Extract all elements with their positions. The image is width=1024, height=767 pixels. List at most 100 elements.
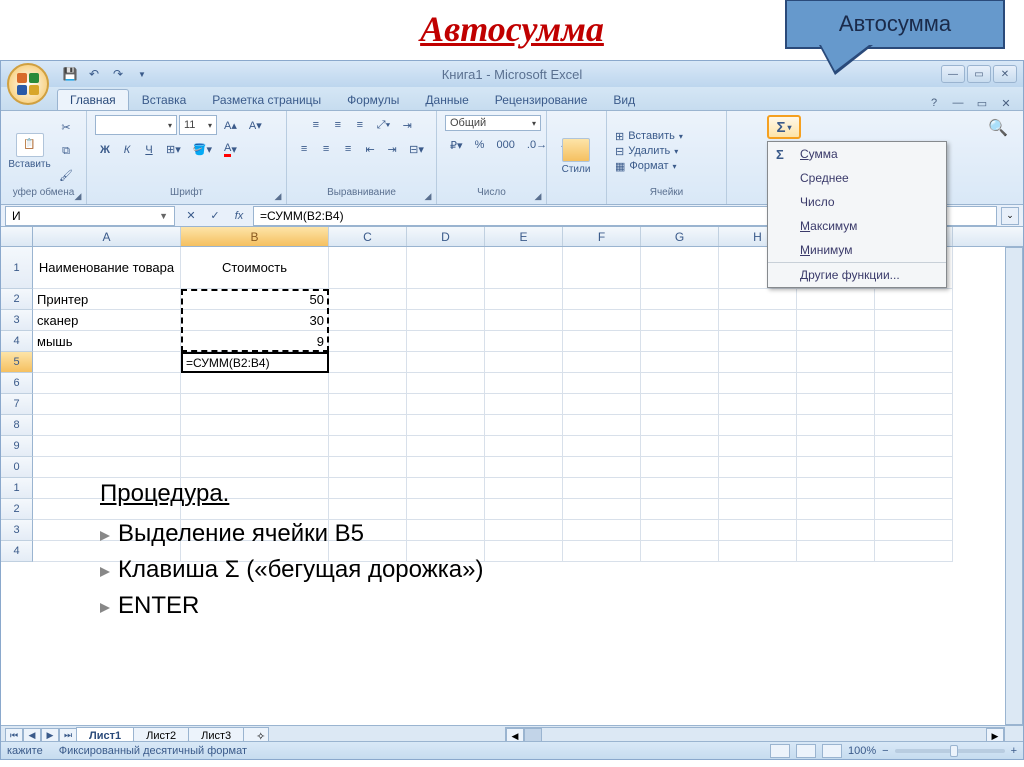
qat-dropdown-icon[interactable]: ▼ [133, 65, 151, 83]
zoom-in-button[interactable]: + [1011, 745, 1017, 757]
alignment-dialog-launcher[interactable]: ◢ [422, 190, 434, 202]
align-middle-icon[interactable]: ≡ [328, 115, 348, 135]
autosum-item-sum[interactable]: Сумма [768, 142, 946, 166]
border-icon[interactable]: ⊞▾ [161, 139, 186, 160]
col-header-F[interactable]: F [563, 227, 641, 246]
autosum-button[interactable]: Σ▾ [767, 115, 801, 139]
cell-A1[interactable]: Наименование товара [33, 247, 181, 289]
autosum-item-average[interactable]: Среднее [768, 166, 946, 190]
help-icon[interactable]: ? [925, 96, 943, 110]
wrap-text-icon[interactable]: ⇥ [397, 115, 417, 135]
col-header-A[interactable]: A [33, 227, 181, 246]
autosum-item-max[interactable]: Максимум [768, 214, 946, 238]
orientation-icon[interactable]: ⤢▾ [372, 115, 395, 135]
maximize-button[interactable]: ▭ [967, 65, 991, 83]
cell-B3[interactable]: 30 [181, 310, 329, 331]
undo-icon[interactable]: ↶ [85, 65, 103, 83]
redo-icon[interactable]: ↷ [109, 65, 127, 83]
italic-button[interactable]: К [117, 139, 137, 160]
cell-G1[interactable] [641, 247, 719, 289]
percent-icon[interactable]: % [470, 135, 490, 155]
row-header-3[interactable]: 3 [1, 310, 33, 331]
number-format-combo[interactable]: Общий▾ [445, 115, 541, 131]
row-header-12[interactable]: 2 [1, 499, 33, 520]
autosum-item-min[interactable]: Минимум [768, 238, 946, 262]
row-header-13[interactable]: 3 [1, 520, 33, 541]
font-size-combo[interactable]: 11▾ [179, 115, 217, 135]
align-center-icon[interactable]: ≡ [316, 139, 336, 159]
view-page-break-icon[interactable] [822, 744, 842, 758]
row-header-6[interactable]: 6 [1, 373, 33, 394]
cell-A2[interactable]: Принтер [33, 289, 181, 310]
increase-font-icon[interactable]: A▴ [219, 115, 242, 135]
row-header-9[interactable]: 9 [1, 436, 33, 457]
col-header-B[interactable]: B [181, 227, 329, 246]
font-dialog-launcher[interactable]: ◢ [272, 190, 284, 202]
comma-icon[interactable]: 000 [492, 135, 520, 155]
cell-A3[interactable]: сканер [33, 310, 181, 331]
row-header-11[interactable]: 1 [1, 478, 33, 499]
vertical-scrollbar[interactable] [1005, 247, 1023, 725]
fill-color-icon[interactable]: 🪣▾ [188, 139, 217, 160]
row-header-14[interactable]: 4 [1, 541, 33, 562]
cell-E1[interactable] [485, 247, 563, 289]
col-header-E[interactable]: E [485, 227, 563, 246]
doc-close-button[interactable]: ✕ [997, 96, 1015, 110]
col-header-D[interactable]: D [407, 227, 485, 246]
view-page-layout-icon[interactable] [796, 744, 816, 758]
zoom-out-button[interactable]: − [882, 745, 888, 757]
insert-cells-button[interactable]: ⊞Вставить▾ [615, 130, 683, 143]
cell-B4[interactable]: 9 [181, 331, 329, 352]
font-color-icon[interactable]: A▾ [219, 139, 242, 160]
row-header-5[interactable]: 5 [1, 352, 33, 373]
tab-insert[interactable]: Вставка [129, 89, 200, 110]
paste-button[interactable]: 📋 Вставить [9, 123, 50, 179]
styles-button[interactable]: Стили [555, 129, 597, 185]
office-button[interactable] [7, 63, 49, 105]
enter-formula-icon[interactable]: ✓ [205, 207, 225, 225]
close-button[interactable]: ✕ [993, 65, 1017, 83]
autosum-item-more[interactable]: Другие функции... [768, 262, 946, 287]
row-header-4[interactable]: 4 [1, 331, 33, 352]
doc-minimize-button[interactable]: — [949, 96, 967, 110]
tab-home[interactable]: Главная [57, 89, 129, 110]
cancel-formula-icon[interactable]: ✕ [181, 207, 201, 225]
number-dialog-launcher[interactable]: ◢ [532, 190, 544, 202]
row-header-2[interactable]: 2 [1, 289, 33, 310]
tab-data[interactable]: Данные [412, 89, 481, 110]
format-painter-icon[interactable]: 🖌 [54, 165, 78, 185]
cell-B2[interactable]: 50 [181, 289, 329, 310]
row-header-1[interactable]: 1 [1, 247, 33, 289]
copy-icon[interactable]: ⧉ [54, 141, 78, 161]
merge-icon[interactable]: ⊟▾ [404, 139, 429, 159]
fx-button[interactable]: fx [229, 207, 249, 225]
expand-formula-bar-icon[interactable]: ⌄ [1001, 207, 1019, 225]
cell-A4[interactable]: мышь [33, 331, 181, 352]
format-cells-button[interactable]: ▦Формат▾ [615, 160, 683, 173]
row-header-8[interactable]: 8 [1, 415, 33, 436]
tab-formulas[interactable]: Формулы [334, 89, 412, 110]
zoom-level[interactable]: 100% [848, 745, 876, 757]
align-left-icon[interactable]: ≡ [294, 139, 314, 159]
find-icon[interactable]: 🔍 [983, 115, 1013, 141]
tab-page-layout[interactable]: Разметка страницы [199, 89, 334, 110]
name-box[interactable]: И ▼ [5, 206, 175, 226]
increase-indent-icon[interactable]: ⇥ [382, 139, 402, 159]
currency-icon[interactable]: ₽▾ [445, 135, 468, 155]
row-header-7[interactable]: 7 [1, 394, 33, 415]
active-cell-B5[interactable]: =СУММ(B2:B4) [181, 352, 329, 373]
align-top-icon[interactable]: ≡ [306, 115, 326, 135]
zoom-slider[interactable] [895, 749, 1005, 753]
select-all-corner[interactable] [1, 227, 33, 246]
col-header-C[interactable]: C [329, 227, 407, 246]
autosum-item-count[interactable]: Число [768, 190, 946, 214]
tab-view[interactable]: Вид [600, 89, 648, 110]
cut-icon[interactable]: ✂ [54, 117, 78, 137]
minimize-button[interactable]: — [941, 65, 965, 83]
col-header-G[interactable]: G [641, 227, 719, 246]
cell-A5[interactable] [33, 352, 181, 373]
align-right-icon[interactable]: ≡ [338, 139, 358, 159]
clipboard-dialog-launcher[interactable]: ◢ [72, 190, 84, 202]
cell-B1[interactable]: Стоимость [181, 247, 329, 289]
font-family-combo[interactable]: ▾ [95, 115, 177, 135]
